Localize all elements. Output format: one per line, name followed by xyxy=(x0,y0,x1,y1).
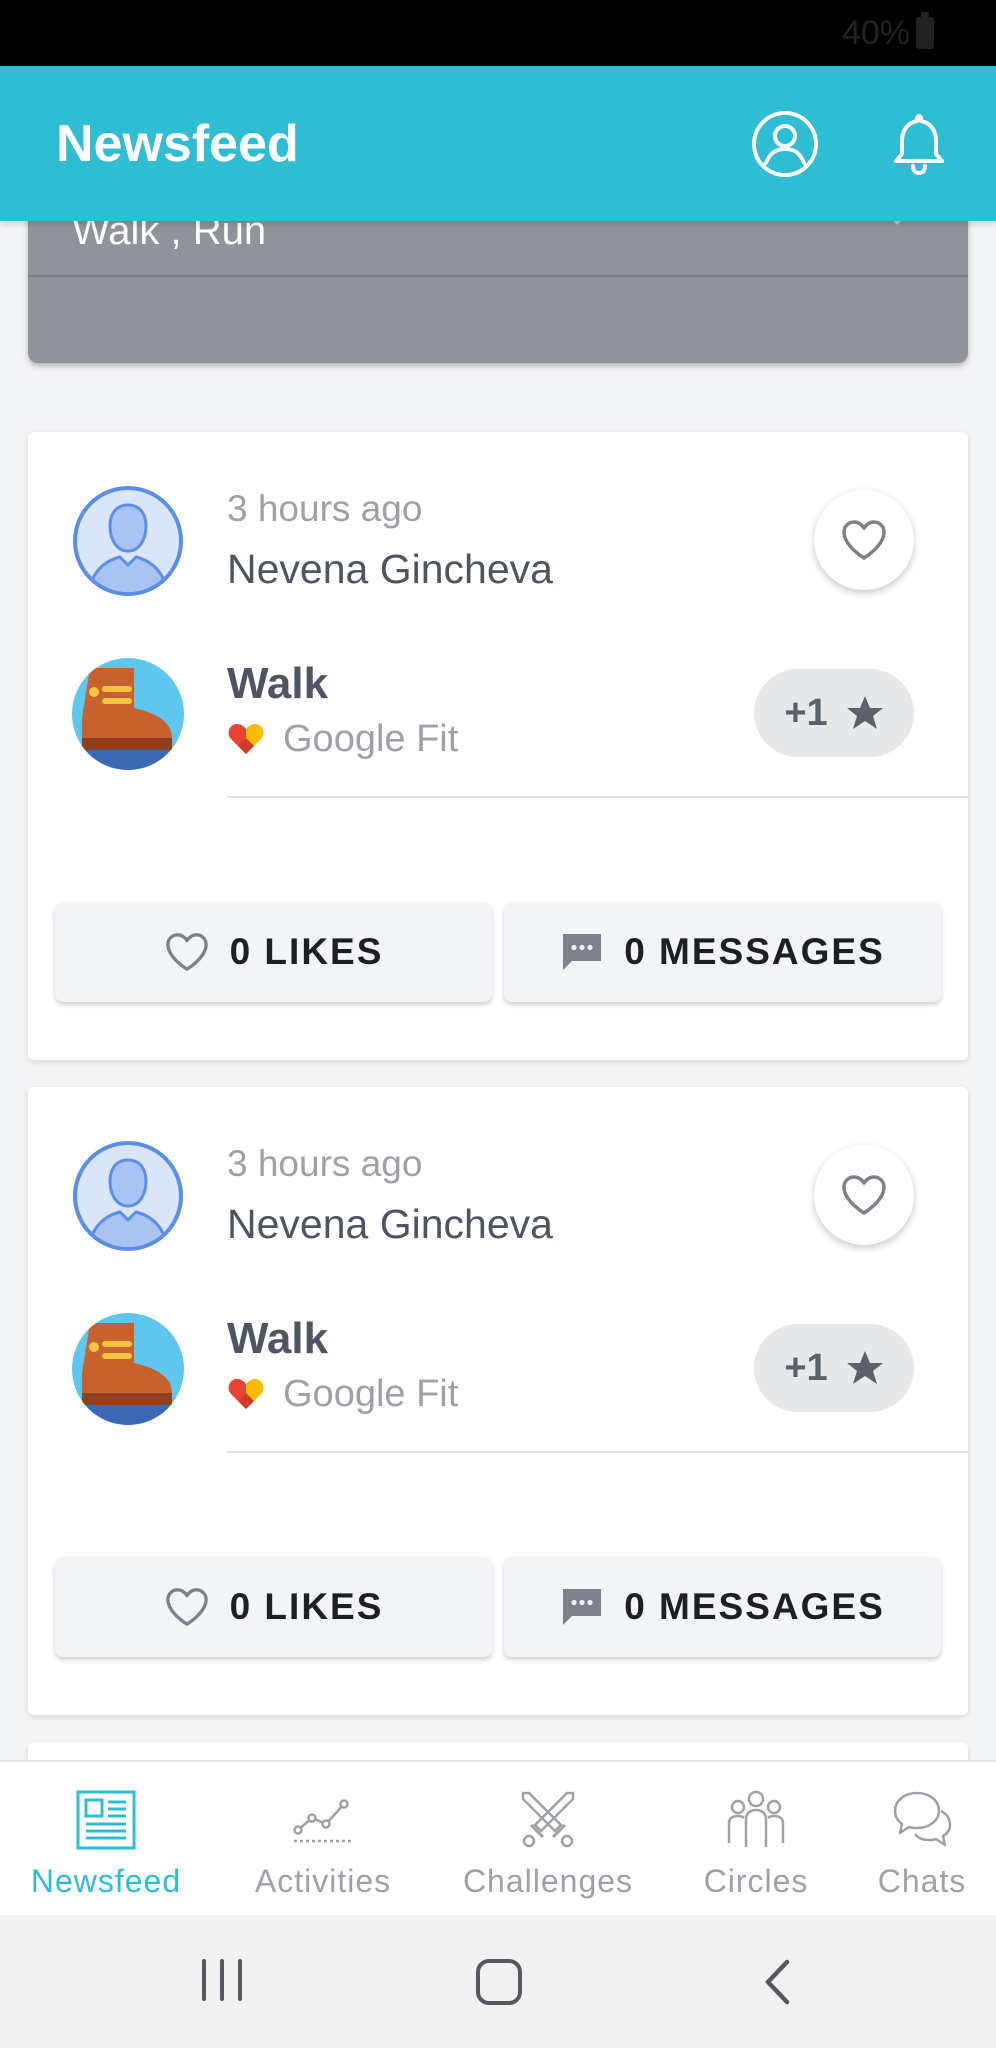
post-author[interactable]: Nevena Gincheva xyxy=(227,1199,553,1249)
battery-icon xyxy=(916,12,934,49)
likes-button[interactable]: 0 LIKES xyxy=(55,1557,492,1657)
points-badge: +1 xyxy=(754,1324,914,1412)
battery-indicator: 40% xyxy=(841,12,934,52)
user-avatar-icon[interactable] xyxy=(72,1140,184,1252)
system-navigation-bar xyxy=(0,1915,996,2048)
chevron-down-icon xyxy=(893,221,901,225)
likes-button[interactable]: 0 LIKES xyxy=(55,902,492,1002)
activity-filter[interactable]: Walk , Run xyxy=(28,221,968,363)
star-icon xyxy=(846,1351,883,1384)
nav-label: Challenges xyxy=(462,1863,634,1899)
chat-bubbles-icon xyxy=(893,1791,952,1847)
filter-divider xyxy=(28,275,968,277)
heart-outline-icon xyxy=(842,520,886,560)
app-header: Newsfeed xyxy=(0,66,996,221)
google-fit-icon xyxy=(228,724,264,754)
message-icon xyxy=(563,1589,602,1625)
points-badge: +1 xyxy=(754,669,914,757)
activity-type: Walk xyxy=(227,659,329,708)
activity-type: Walk xyxy=(227,1314,329,1363)
status-bar: 40% xyxy=(0,0,996,66)
likes-label: 0 LIKES xyxy=(229,931,384,972)
nav-label: Activities xyxy=(254,1863,392,1899)
post-timestamp: 3 hours ago xyxy=(227,1143,423,1184)
walking-boot-icon xyxy=(72,1313,184,1425)
post-timestamp: 3 hours ago xyxy=(227,488,423,529)
messages-label: 0 MESSAGES xyxy=(624,1586,885,1627)
messages-button[interactable]: 0 MESSAGES xyxy=(504,902,941,1002)
post-author[interactable]: Nevena Gincheva xyxy=(227,544,553,594)
newsfeed-list[interactable]: Walk , Run 3 hours ago Nevena Gincheva W… xyxy=(0,221,996,1760)
nav-item-circles[interactable]: Circles xyxy=(695,1762,817,1917)
star-icon xyxy=(846,696,883,729)
nav-item-challenges[interactable]: Challenges xyxy=(452,1762,644,1917)
bottom-navigation: Newsfeed Activities Challenges Circles C… xyxy=(0,1760,996,1915)
nav-label: Circles xyxy=(703,1863,809,1899)
points-value: +1 xyxy=(784,1346,828,1389)
nav-label: Chats xyxy=(877,1863,967,1899)
feed-post-card: 3 hours ago Nevena Gincheva Walk Google … xyxy=(28,432,968,1060)
heart-outline-icon xyxy=(842,1175,886,1215)
nav-item-newsfeed[interactable]: Newsfeed xyxy=(20,1762,192,1917)
nav-item-activities[interactable]: Activities xyxy=(243,1762,403,1917)
favorite-button[interactable] xyxy=(814,490,914,590)
card-divider xyxy=(227,1451,968,1453)
activity-source-label: Google Fit xyxy=(283,1373,459,1415)
message-icon xyxy=(563,934,602,970)
user-avatar-icon[interactable] xyxy=(72,485,184,597)
filter-value: Walk , Run xyxy=(72,221,267,253)
activity-source-label: Google Fit xyxy=(283,718,459,760)
profile-button[interactable] xyxy=(751,110,819,178)
nav-label: Newsfeed xyxy=(30,1863,182,1899)
card-divider xyxy=(227,796,968,798)
profile-icon xyxy=(752,111,818,177)
back-icon[interactable] xyxy=(760,1957,794,2007)
nav-item-chats[interactable]: Chats xyxy=(868,1762,976,1917)
points-value: +1 xyxy=(784,691,828,734)
activity-source: Google Fit xyxy=(227,716,458,762)
heart-outline-icon xyxy=(165,1588,208,1626)
likes-label: 0 LIKES xyxy=(229,1586,384,1627)
home-icon[interactable] xyxy=(474,1957,524,2007)
walking-boot-icon xyxy=(72,658,184,770)
notifications-button[interactable] xyxy=(888,110,950,178)
favorite-button[interactable] xyxy=(814,1145,914,1245)
activity-source: Google Fit xyxy=(227,1371,458,1417)
crossed-swords-icon xyxy=(521,1791,575,1848)
battery-percent: 40% xyxy=(841,14,910,52)
messages-label: 0 MESSAGES xyxy=(624,931,885,972)
google-fit-icon xyxy=(228,1379,264,1409)
feed-post-card: 3 hours ago Nevena Gincheva Walk Google … xyxy=(28,1087,968,1715)
heart-outline-icon xyxy=(165,933,208,971)
group-icon xyxy=(727,1790,785,1847)
messages-button[interactable]: 0 MESSAGES xyxy=(504,1557,941,1657)
page-title: Newsfeed xyxy=(56,115,299,173)
feed-post-card-partial xyxy=(28,1742,968,1760)
recent-apps-icon[interactable] xyxy=(198,1957,246,2003)
newspaper-icon xyxy=(76,1790,136,1850)
activity-chart-icon xyxy=(293,1799,352,1843)
bell-icon xyxy=(894,114,944,176)
